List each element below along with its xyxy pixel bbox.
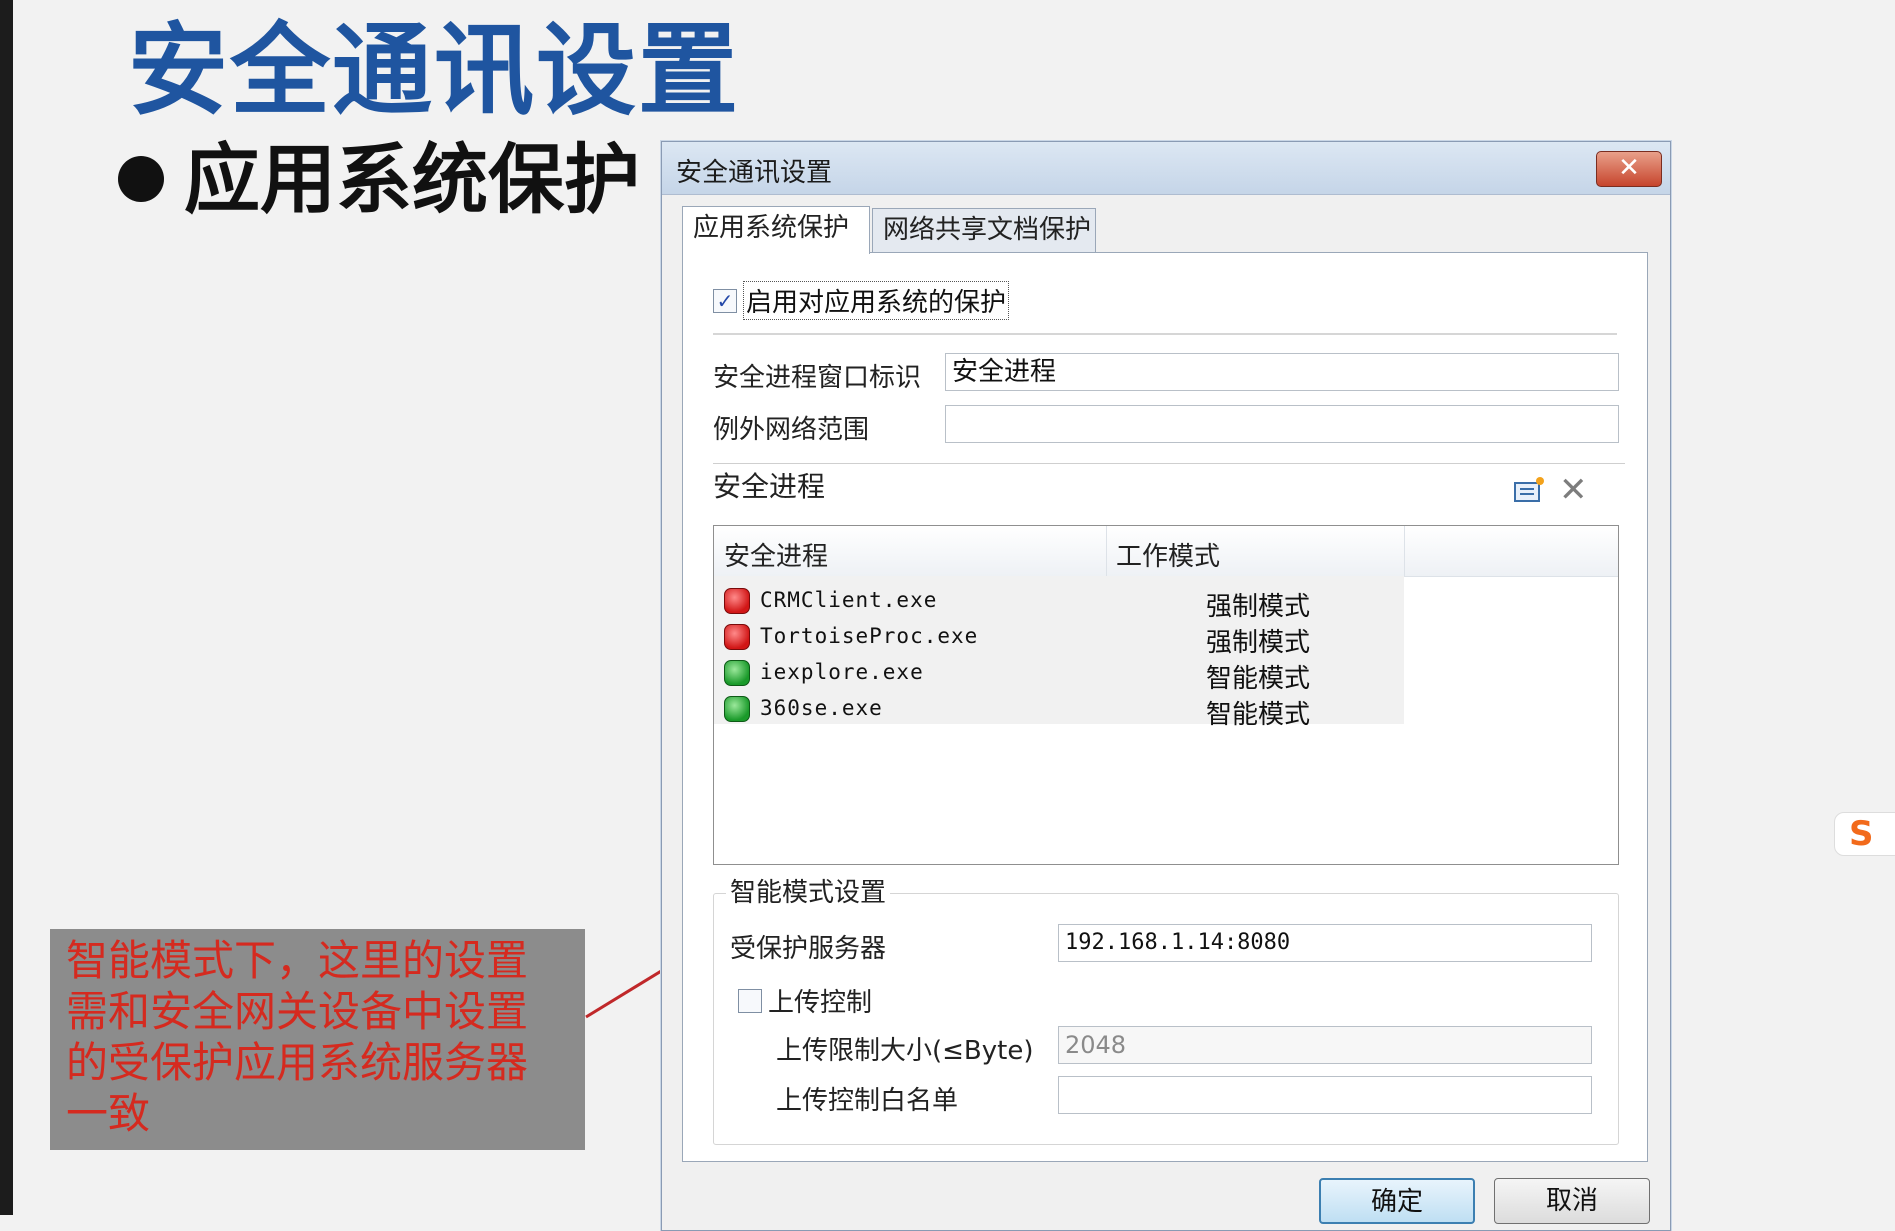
- process-name: 360se.exe: [760, 696, 883, 720]
- enable-protection-checkbox[interactable]: ✓: [713, 288, 737, 313]
- smart-mode-title: 智能模式设置: [726, 872, 891, 909]
- table-row[interactable]: CRMClient.exe 强制模式: [724, 584, 1404, 622]
- tab-network-share-protection[interactable]: 网络共享文档保护: [872, 208, 1096, 252]
- process-section-title: 安全进程: [713, 470, 826, 503]
- enable-protection-label: 启用对应用系统的保护: [743, 281, 1010, 320]
- green-status-icon: [724, 660, 750, 686]
- dialog-title: 安全通讯设置: [676, 158, 833, 188]
- red-status-icon: [724, 624, 750, 650]
- column-header-mode[interactable]: 工作模式: [1116, 536, 1220, 573]
- table-row[interactable]: 360se.exe 智能模式: [724, 692, 1404, 730]
- section-divider: [713, 463, 1625, 464]
- enable-protection-row[interactable]: ✓ 启用对应用系统的保护: [713, 281, 1010, 320]
- column-separator: [1106, 526, 1107, 576]
- process-mode: 智能模式: [1206, 700, 1311, 730]
- process-mode: 强制模式: [1206, 628, 1311, 658]
- process-mode: 强制模式: [1206, 592, 1311, 622]
- upload-control-label: 上传控制: [768, 988, 873, 1018]
- table-row[interactable]: TortoiseProc.exe 强制模式: [724, 620, 1404, 658]
- protected-server-label: 受保护服务器: [730, 934, 887, 964]
- process-name: TortoiseProc.exe: [760, 624, 979, 648]
- upload-whitelist-label: 上传控制白名单: [776, 1086, 959, 1116]
- process-name: iexplore.exe: [760, 660, 924, 684]
- cancel-button[interactable]: 取消: [1494, 1178, 1650, 1224]
- upload-whitelist-input[interactable]: [1058, 1076, 1592, 1114]
- ok-button[interactable]: 确定: [1319, 1178, 1475, 1224]
- delete-process-icon[interactable]: ✕: [1559, 473, 1588, 507]
- close-button[interactable]: ✕: [1596, 151, 1662, 187]
- side-widget-icon[interactable]: S: [1834, 812, 1895, 856]
- tab-app-protection[interactable]: 应用系统保护: [682, 206, 870, 254]
- upload-control-checkbox[interactable]: [738, 988, 762, 1013]
- add-process-icon[interactable]: [1513, 475, 1545, 505]
- tab-panel: ✓ 启用对应用系统的保护 安全进程窗口标识 安全进程 例外网络范围 安全进程 ✕…: [682, 252, 1648, 1162]
- upload-control-row[interactable]: 上传控制: [738, 982, 872, 1019]
- table-row[interactable]: iexplore.exe 智能模式: [724, 656, 1404, 694]
- divider: [713, 333, 1617, 335]
- process-mode: 智能模式: [1206, 664, 1311, 694]
- process-list[interactable]: 安全进程 工作模式 CRMClient.exe 强制模式 TortoisePro…: [713, 525, 1619, 865]
- upload-size-limit-input[interactable]: 2048: [1058, 1026, 1592, 1064]
- window-id-label: 安全进程窗口标识: [713, 363, 922, 393]
- green-status-icon: [724, 696, 750, 722]
- exception-network-input[interactable]: [945, 405, 1619, 443]
- smart-mode-group: 智能模式设置 受保护服务器 192.168.1.14:8080 上传控制 上传限…: [713, 872, 1619, 1145]
- upload-size-limit-label: 上传限制大小(≤Byte): [776, 1036, 1034, 1066]
- dialog-titlebar[interactable]: 安全通讯设置 ✕: [662, 142, 1670, 195]
- red-status-icon: [724, 588, 750, 614]
- list-header: 安全进程 工作模式: [714, 526, 1618, 577]
- process-name: CRMClient.exe: [760, 588, 938, 612]
- window-id-input[interactable]: 安全进程: [945, 353, 1619, 391]
- exception-network-label: 例外网络范围: [713, 415, 870, 445]
- protected-server-input[interactable]: 192.168.1.14:8080: [1058, 924, 1592, 962]
- column-header-process[interactable]: 安全进程: [724, 536, 828, 573]
- security-comm-dialog: 安全通讯设置 ✕ 应用系统保护 网络共享文档保护 ✓ 启用对应用系统的保护 安全…: [661, 141, 1671, 1231]
- column-separator: [1404, 526, 1405, 576]
